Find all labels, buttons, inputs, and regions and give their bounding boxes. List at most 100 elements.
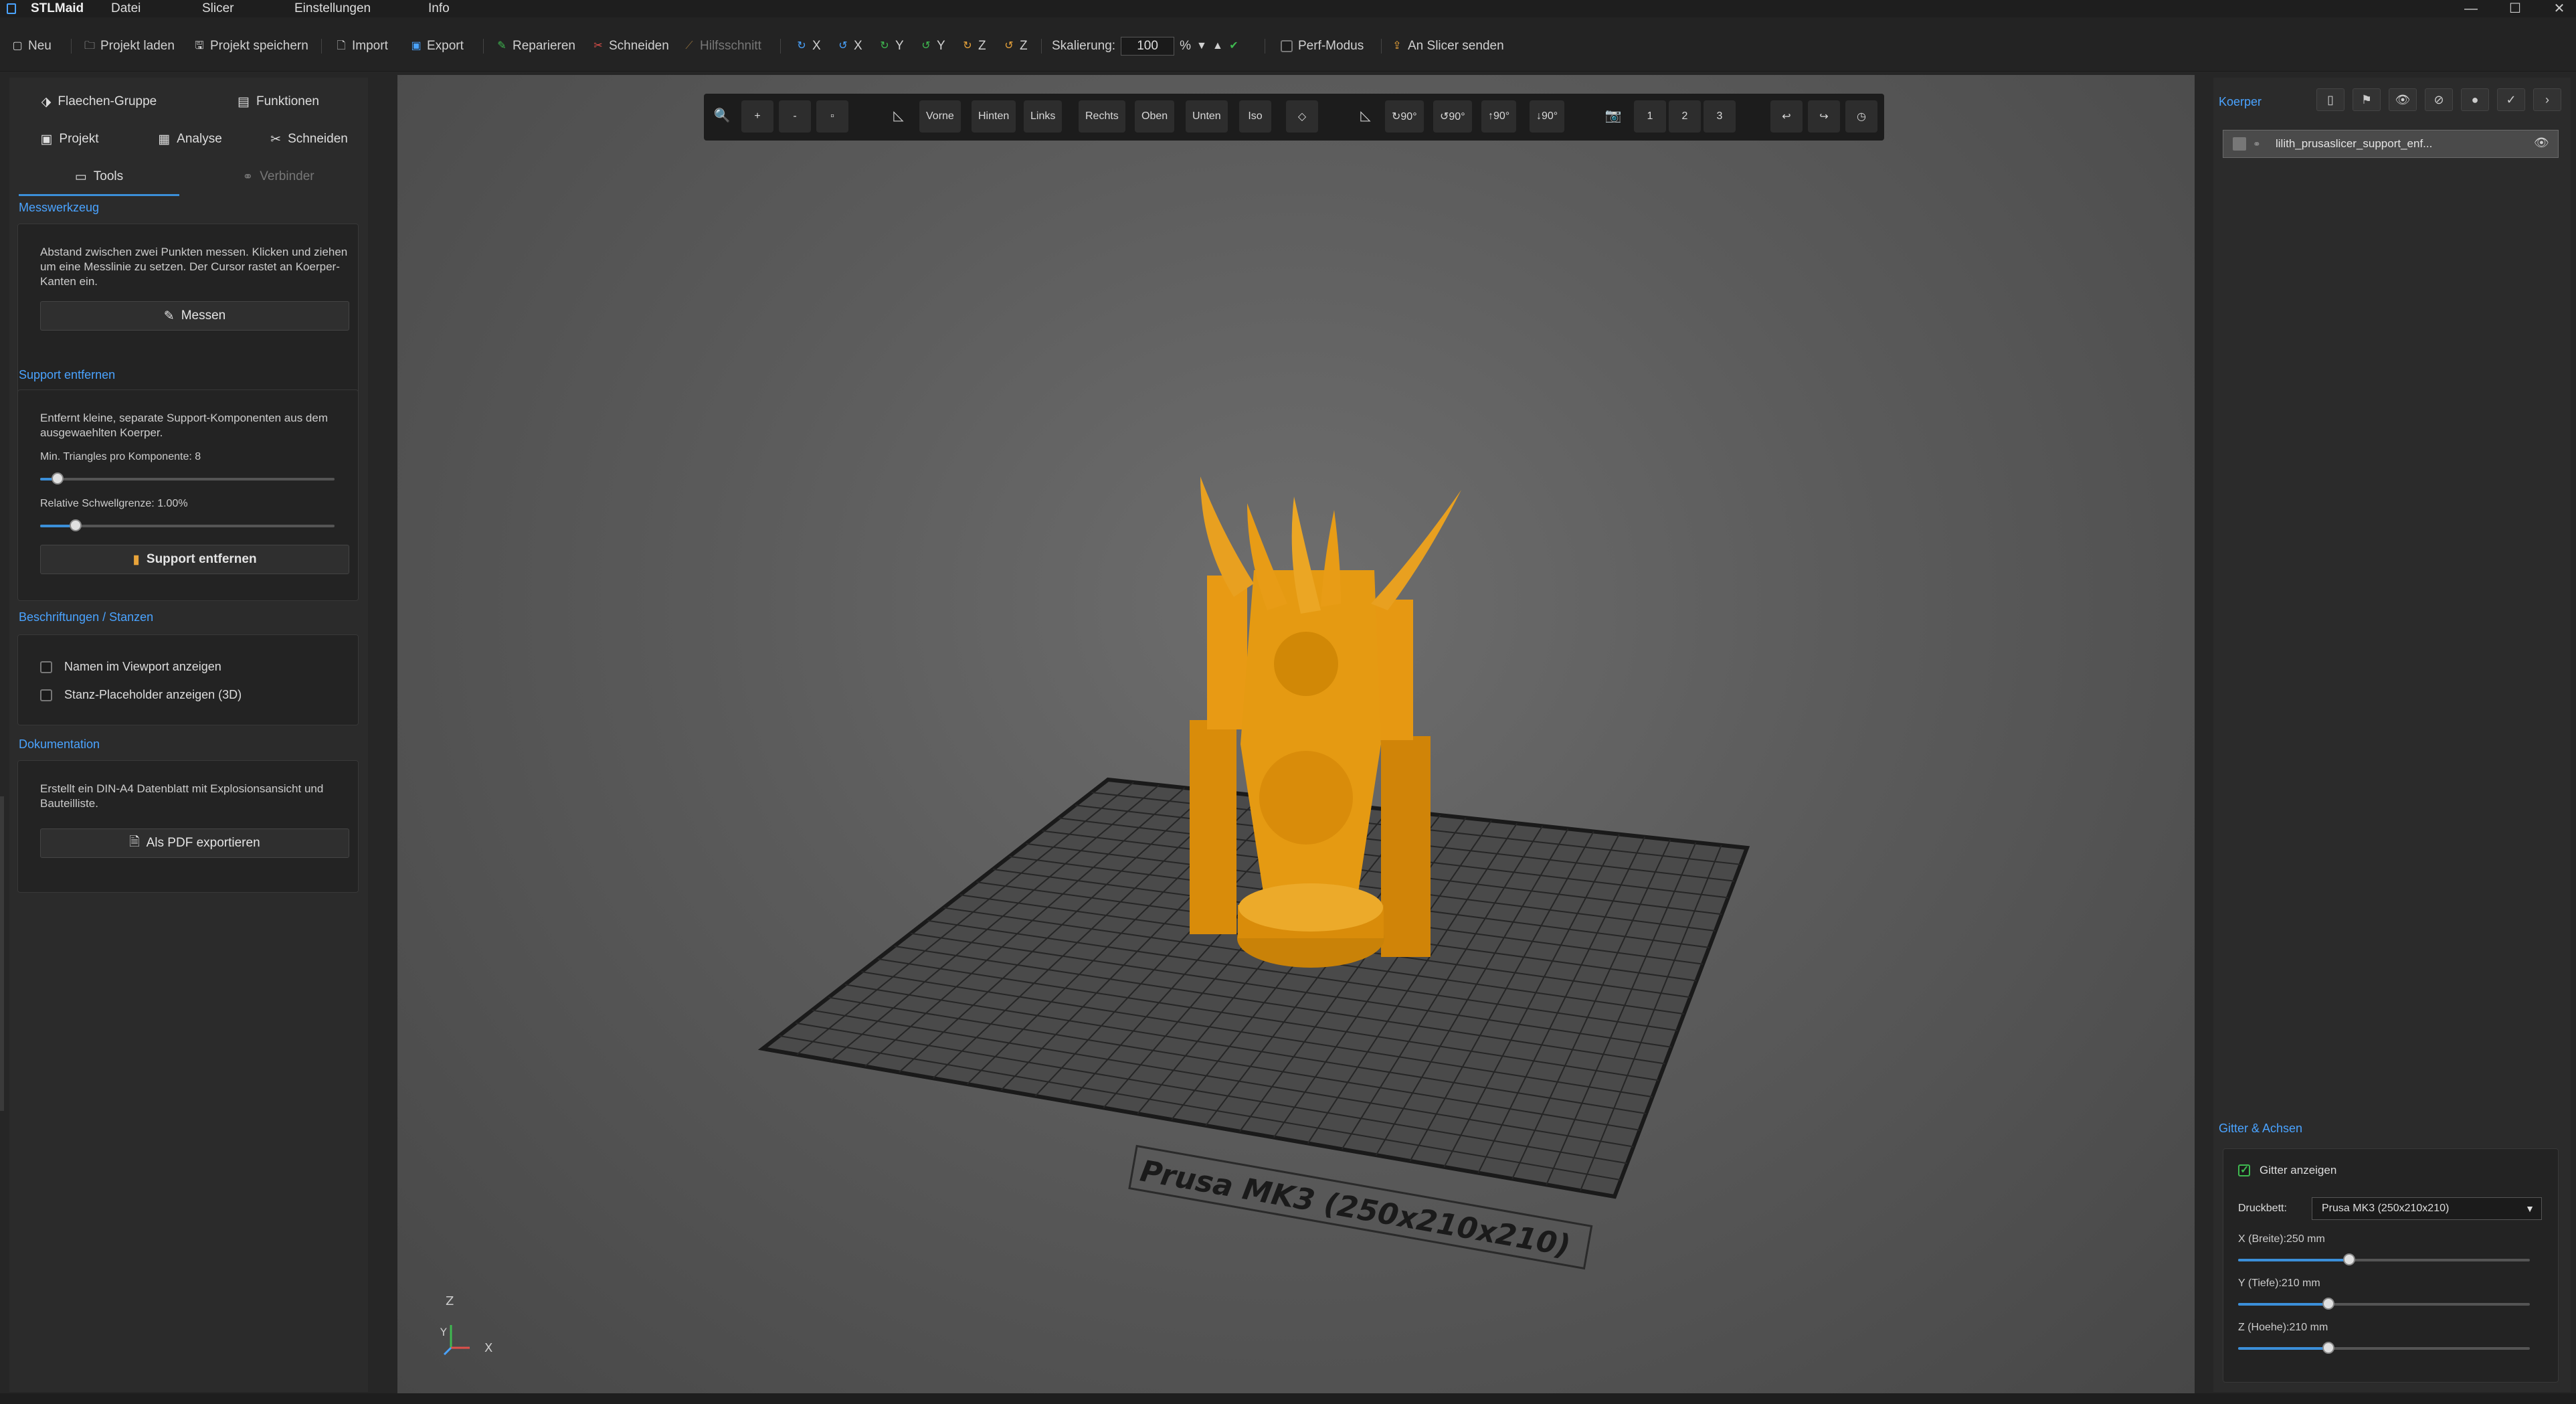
view-top-button[interactable]: Oben	[1135, 100, 1175, 133]
view-back-button[interactable]: Hinten	[972, 100, 1016, 133]
remove-support-button[interactable]: ▮ Support entfernen	[40, 545, 349, 574]
y-depth-slider[interactable]	[2238, 1298, 2530, 1310]
rotate-down-90-button[interactable]: ↓90°	[1530, 100, 1565, 133]
menu-slicer[interactable]: Slicer	[202, 1, 234, 16]
show-placeholder-toggle[interactable]: Stanz-Placeholder anzeigen (3D)	[40, 688, 242, 702]
minimize-icon[interactable]: —	[2448, 0, 2494, 17]
new-button[interactable]: ▢ Neu	[12, 37, 51, 55]
send-icon: ⇪	[1392, 40, 1402, 52]
show-grid-toggle[interactable]: Gitter anzeigen	[2238, 1163, 2336, 1177]
slider-handle[interactable]	[2322, 1298, 2335, 1310]
view-iso-button[interactable]: Iso	[1239, 100, 1271, 133]
show-grid-checkbox[interactable]	[2238, 1163, 2250, 1176]
support-section-title: Support entfernen	[19, 368, 116, 381]
view-right-button[interactable]: Rechts	[1079, 100, 1125, 133]
export-button[interactable]: ▣ Export	[411, 37, 463, 55]
flag-icon[interactable]: ⚑	[2353, 88, 2381, 111]
support-description: Entfernt kleine, separate Support-Kompon…	[40, 412, 328, 439]
slider-handle[interactable]	[69, 519, 82, 531]
tab-funktionen[interactable]: ▤ Funktionen	[189, 87, 368, 116]
visibility-eye-icon[interactable]: 👁	[2534, 136, 2549, 150]
show-names-checkbox[interactable]	[40, 661, 52, 673]
measure-button[interactable]: ✎ Messen	[40, 301, 349, 331]
camera-preset-3[interactable]: 3	[1704, 100, 1736, 133]
scale-up-icon[interactable]: ▲	[1212, 41, 1223, 52]
view-bottom-button[interactable]: Unten	[1186, 100, 1228, 133]
min-triangles-slider[interactable]	[40, 472, 335, 485]
zoom-in-button[interactable]: +	[741, 100, 773, 133]
tab-verbinder[interactable]: ⚭ Verbinder	[189, 162, 368, 191]
bed-label: Druckbett:	[2238, 1203, 2287, 1214]
menu-info[interactable]: Info	[428, 1, 450, 16]
toolbar-separator	[71, 39, 72, 54]
scale-down-icon[interactable]: ▼	[1196, 41, 1207, 52]
slider-handle[interactable]	[2342, 1253, 2355, 1265]
slider-handle[interactable]	[2322, 1342, 2335, 1354]
tab-tools[interactable]: ▭ Tools	[9, 162, 189, 191]
repair-button[interactable]: ✎ Reparieren	[496, 37, 575, 55]
rotate-z-cw-button[interactable]: ↻ Z	[962, 37, 986, 55]
left-edge-handle[interactable]	[0, 796, 4, 1111]
show-placeholder-checkbox[interactable]	[40, 689, 52, 701]
load-project-button[interactable]: 🗀 Projekt laden	[84, 37, 175, 55]
z-height-label: Z (Hoehe):210 mm	[2238, 1322, 2328, 1333]
camera-preset-1[interactable]: 1	[1634, 100, 1666, 133]
hide-icon[interactable]: ⊘	[2425, 88, 2453, 111]
3d-viewport[interactable]: Prusa MK3 (250x210x210) Z Y X	[397, 75, 2195, 1393]
helper-cut-button[interactable]: ⟋ Hilfsschnitt	[684, 37, 761, 55]
chevron-right-icon[interactable]: ›	[2533, 88, 2561, 111]
show-names-toggle[interactable]: Namen im Viewport anzeigen	[40, 660, 221, 674]
zoom-out-button[interactable]: -	[779, 100, 811, 133]
tab-flaechen-gruppe[interactable]: ⬗ Flaechen-Gruppe	[9, 87, 189, 116]
apply-check-icon[interactable]: ✔	[1228, 41, 1239, 52]
cut-button[interactable]: ✂ Schneiden	[593, 37, 669, 55]
tab-schneiden[interactable]: ✂ Schneiden	[250, 124, 368, 154]
tab-analyse[interactable]: ▦ Analyse	[130, 124, 250, 154]
history-button[interactable]: ◷	[1845, 100, 1877, 133]
rotate-y-ccw-button[interactable]: ↺ Y	[921, 37, 945, 55]
undo-button[interactable]: ↩	[1770, 100, 1803, 133]
show-icon[interactable]: 👁	[2389, 88, 2417, 111]
menu-datei[interactable]: Datei	[111, 1, 141, 16]
ruler-icon: ✎	[163, 309, 175, 323]
3d-model[interactable]	[1190, 476, 1461, 968]
rotate-up-90-button[interactable]: ↑90°	[1481, 100, 1517, 133]
zoom-fit-button[interactable]: ▫	[816, 100, 848, 133]
camera-preset-2[interactable]: 2	[1669, 100, 1701, 133]
body-list-item[interactable]: ⚭ lilith_prusaslicer_support_enf... 👁	[2223, 130, 2559, 158]
status-strip	[0, 1393, 2576, 1404]
check-icon[interactable]: ✓	[2497, 88, 2525, 111]
perf-mode-checkbox[interactable]	[1281, 40, 1293, 52]
maximize-icon[interactable]: ☐	[2492, 0, 2539, 17]
menu-einstellungen[interactable]: Einstellungen	[294, 1, 371, 16]
labels-card	[17, 634, 359, 725]
z-height-slider[interactable]	[2238, 1342, 2530, 1354]
relative-threshold-slider[interactable]	[40, 519, 335, 531]
scale-input[interactable]	[1121, 37, 1175, 56]
active-tab-indicator	[19, 194, 179, 196]
rotate-z-ccw-button[interactable]: ↺ Z	[1004, 37, 1027, 55]
rotate-cw-90-button[interactable]: ↻90°	[1385, 100, 1424, 133]
view-front-button[interactable]: Vorne	[919, 100, 961, 133]
toolbar-separator	[1041, 39, 1042, 54]
bed-select[interactable]: Prusa MK3 (250x210x210) ▼	[2312, 1197, 2542, 1220]
tab-projekt[interactable]: ▣ Projekt	[9, 124, 130, 154]
rotate-y-cw-button[interactable]: ↻ Y	[879, 37, 903, 55]
redo-button[interactable]: ↪	[1808, 100, 1840, 133]
rotate-ccw-90-button[interactable]: ↺90°	[1433, 100, 1472, 133]
perf-mode-toggle[interactable]: Perf-Modus	[1281, 37, 1364, 55]
zoom-icon[interactable]: 🔍	[712, 107, 732, 127]
export-pdf-button[interactable]: 🗎 Als PDF exportieren	[40, 828, 349, 858]
rotate-x-cw-button[interactable]: ↻ X	[796, 37, 820, 55]
rotate-x-ccw-button[interactable]: ↺ X	[838, 37, 862, 55]
import-button[interactable]: 🗋 Import	[336, 37, 388, 55]
x-width-slider[interactable]	[2238, 1253, 2530, 1265]
send-to-slicer-button[interactable]: ⇪ An Slicer senden	[1392, 37, 1503, 55]
view-reset-button[interactable]: ◇	[1286, 100, 1318, 133]
close-icon[interactable]: ✕	[2536, 0, 2576, 17]
dot-icon[interactable]: ●	[2461, 88, 2489, 111]
new-body-icon[interactable]: ▯	[2316, 88, 2344, 111]
view-left-button[interactable]: Links	[1024, 100, 1063, 133]
save-project-button[interactable]: 🖫 Projekt speichern	[194, 37, 308, 55]
camera-icon[interactable]: 📷	[1603, 107, 1623, 127]
